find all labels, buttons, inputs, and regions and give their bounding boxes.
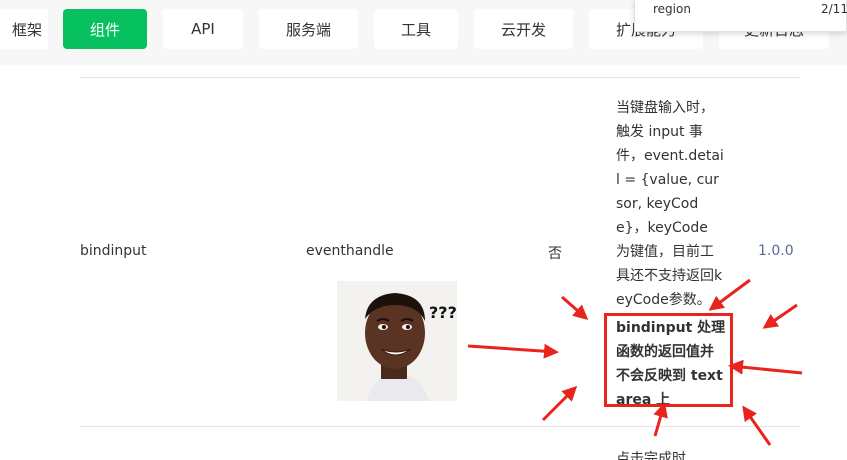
find-match-count: 2/11 — [821, 2, 847, 16]
required-cell: 否 — [548, 246, 562, 262]
find-in-page-box[interactable]: region 2/11 — [634, 0, 847, 32]
find-query[interactable]: region — [653, 2, 691, 16]
arrow-top-left — [561, 295, 589, 320]
next-row-description: 点击完成时 — [616, 451, 686, 460]
arrow-from-meme — [467, 343, 559, 359]
meme-illustration — [337, 281, 457, 401]
tab-cloud[interactable]: 云开发 — [474, 9, 573, 49]
arrow-bottom-left — [541, 385, 578, 422]
arrow-right-middle — [728, 359, 803, 375]
property-name-cell: bindinput — [80, 243, 147, 259]
min-version-cell: 1.0.0 — [758, 243, 794, 259]
tab-server[interactable]: 服务端 — [259, 9, 358, 49]
confused-face-meme-icon: ??? — [337, 281, 457, 401]
description-highlight-text: bindinput 处理函数的返回值并不会反映到 textarea 上 — [616, 320, 726, 408]
meme-caption: ??? — [429, 303, 457, 322]
table-row-divider-top — [80, 77, 800, 78]
arrow-right-upper — [762, 303, 798, 329]
tab-tools[interactable]: 工具 — [374, 9, 458, 49]
type-cell: eventhandle — [306, 243, 394, 259]
description-main-text: 当键盘输入时，触发 input 事件，event.detail = {value… — [616, 100, 724, 308]
tab-components[interactable]: 组件 — [63, 9, 147, 49]
tab-framework[interactable]: 框架 — [0, 9, 48, 49]
tab-api[interactable]: API — [163, 9, 243, 49]
description-cell: 当键盘输入时，触发 input 事件，event.detail = {value… — [616, 96, 726, 412]
table-row-divider-bottom — [80, 426, 800, 427]
